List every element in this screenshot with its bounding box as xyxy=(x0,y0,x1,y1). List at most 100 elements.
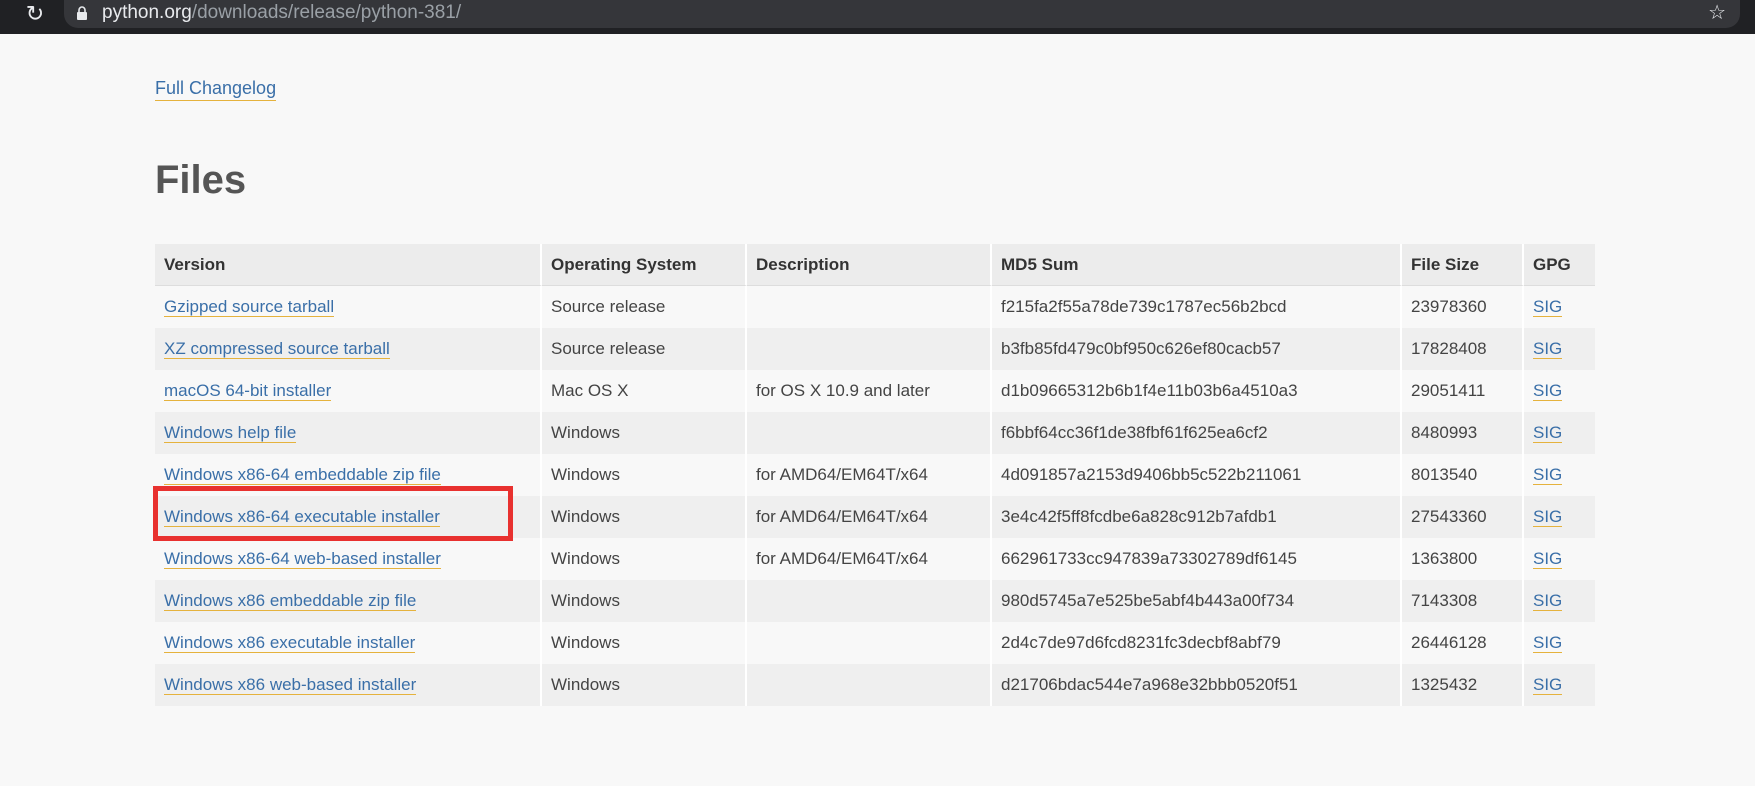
sig-link[interactable]: SIG xyxy=(1533,381,1563,401)
description-cell: for AMD64/EM64T/x64 xyxy=(747,496,992,538)
md5-cell: 4d091857a2153d9406bb5c522b211061 xyxy=(992,454,1402,496)
gpg-cell: SIG xyxy=(1524,328,1595,370)
description-cell xyxy=(747,664,992,706)
sig-link[interactable]: SIG xyxy=(1533,297,1563,317)
sig-link[interactable]: SIG xyxy=(1533,465,1563,485)
gpg-cell: SIG xyxy=(1524,664,1595,706)
os-cell: Windows xyxy=(542,454,747,496)
download-link[interactable]: Windows x86 embeddable zip file xyxy=(164,591,417,611)
md5-cell: f6bbf64cc36f1de38fbf61f625ea6cf2 xyxy=(992,412,1402,454)
sig-link[interactable]: SIG xyxy=(1533,507,1563,527)
bookmark-star-icon[interactable]: ☆ xyxy=(1708,1,1726,25)
sig-link[interactable]: SIG xyxy=(1533,423,1563,443)
md5-cell: 3e4c42f5ff8fcdbe6a828c912b7afdb1 xyxy=(992,496,1402,538)
description-cell xyxy=(747,622,992,664)
file-size-cell: 27543360 xyxy=(1402,496,1524,538)
sig-link[interactable]: SIG xyxy=(1533,549,1563,569)
version-cell: XZ compressed source tarball xyxy=(155,328,542,370)
gpg-cell: SIG xyxy=(1524,370,1595,412)
table-row: Windows x86 web-based installer Windows … xyxy=(155,664,1595,706)
file-size-cell: 29051411 xyxy=(1402,370,1524,412)
download-link[interactable]: Windows x86-64 embeddable zip file xyxy=(164,465,441,485)
os-cell: Windows xyxy=(542,622,747,664)
table-row: macOS 64-bit installer Mac OS X for OS X… xyxy=(155,370,1595,412)
sig-link[interactable]: SIG xyxy=(1533,591,1563,611)
version-cell: Windows x86 embeddable zip file xyxy=(155,580,542,622)
os-cell: Source release xyxy=(542,328,747,370)
table-row: Windows x86-64 embeddable zip file Windo… xyxy=(155,454,1595,496)
table-row: Windows help file Windows f6bbf64cc36f1d… xyxy=(155,412,1595,454)
version-cell: Gzipped source tarball xyxy=(155,286,542,328)
description-cell xyxy=(747,286,992,328)
os-cell: Windows xyxy=(542,538,747,580)
table-row: Windows x86 executable installer Windows… xyxy=(155,622,1595,664)
page-content: Full Changelog Files Version Operating S… xyxy=(0,34,1755,786)
table-row: Gzipped source tarball Source release f2… xyxy=(155,286,1595,328)
download-link[interactable]: macOS 64-bit installer xyxy=(164,381,332,401)
md5-cell: 2d4c7de97d6fcd8231fc3decbf8abf79 xyxy=(992,622,1402,664)
file-size-cell: 1325432 xyxy=(1402,664,1524,706)
os-cell: Windows xyxy=(542,580,747,622)
download-link[interactable]: Windows x86 executable installer xyxy=(164,633,416,653)
reload-icon[interactable]: ↻ xyxy=(20,2,50,26)
header-gpg: GPG xyxy=(1524,244,1595,286)
md5-cell: 662961733cc947839a73302789df6145 xyxy=(992,538,1402,580)
header-version: Version xyxy=(155,244,542,286)
header-md5-sum: MD5 Sum xyxy=(992,244,1402,286)
files-table: Version Operating System Description MD5… xyxy=(155,244,1595,706)
download-link[interactable]: Windows x86-64 executable installer xyxy=(164,507,440,527)
version-cell: Windows x86-64 embeddable zip file xyxy=(155,454,542,496)
gpg-cell: SIG xyxy=(1524,454,1595,496)
version-cell: Windows help file xyxy=(155,412,542,454)
url-text: python.org/downloads/release/python-381/ xyxy=(102,2,462,23)
download-link[interactable]: Windows x86 web-based installer xyxy=(164,675,417,695)
description-cell: for OS X 10.9 and later xyxy=(747,370,992,412)
file-size-cell: 17828408 xyxy=(1402,328,1524,370)
file-size-cell: 1363800 xyxy=(1402,538,1524,580)
os-cell: Windows xyxy=(542,664,747,706)
description-cell: for AMD64/EM64T/x64 xyxy=(747,538,992,580)
gpg-cell: SIG xyxy=(1524,580,1595,622)
md5-cell: 980d5745a7e525be5abf4b443a00f734 xyxy=(992,580,1402,622)
gpg-cell: SIG xyxy=(1524,622,1595,664)
file-size-cell: 8013540 xyxy=(1402,454,1524,496)
download-link[interactable]: XZ compressed source tarball xyxy=(164,339,390,359)
files-heading: Files xyxy=(155,158,247,202)
browser-toolbar: ↻ python.org/downloads/release/python-38… xyxy=(0,0,1755,34)
description-cell: for AMD64/EM64T/x64 xyxy=(747,454,992,496)
table-row: Windows x86-64 executable installer Wind… xyxy=(155,496,1595,538)
address-bar[interactable]: python.org/downloads/release/python-381/… xyxy=(64,0,1740,28)
file-size-cell: 26446128 xyxy=(1402,622,1524,664)
gpg-cell: SIG xyxy=(1524,496,1595,538)
file-size-cell: 23978360 xyxy=(1402,286,1524,328)
download-link[interactable]: Gzipped source tarball xyxy=(164,297,335,317)
header-file-size: File Size xyxy=(1402,244,1524,286)
version-cell: Windows x86 executable installer xyxy=(155,622,542,664)
file-size-cell: 8480993 xyxy=(1402,412,1524,454)
version-cell: Windows x86-64 web-based installer xyxy=(155,538,542,580)
header-operating-system: Operating System xyxy=(542,244,747,286)
md5-cell: d1b09665312b6b1f4e11b03b6a4510a3 xyxy=(992,370,1402,412)
os-cell: Mac OS X xyxy=(542,370,747,412)
os-cell: Source release xyxy=(542,286,747,328)
file-size-cell: 7143308 xyxy=(1402,580,1524,622)
header-description: Description xyxy=(747,244,992,286)
table-row: XZ compressed source tarball Source rele… xyxy=(155,328,1595,370)
full-changelog-link[interactable]: Full Changelog xyxy=(155,78,277,101)
lock-icon xyxy=(77,6,87,20)
version-cell: macOS 64-bit installer xyxy=(155,370,542,412)
description-cell xyxy=(747,580,992,622)
table-row: Windows x86 embeddable zip file Windows … xyxy=(155,580,1595,622)
os-cell: Windows xyxy=(542,496,747,538)
md5-cell: d21706bdac544e7a968e32bbb0520f51 xyxy=(992,664,1402,706)
table-row: Windows x86-64 web-based installer Windo… xyxy=(155,538,1595,580)
description-cell xyxy=(747,412,992,454)
description-cell xyxy=(747,328,992,370)
sig-link[interactable]: SIG xyxy=(1533,633,1563,653)
sig-link[interactable]: SIG xyxy=(1533,675,1563,695)
table-header-row: Version Operating System Description MD5… xyxy=(155,244,1595,286)
download-link[interactable]: Windows x86-64 web-based installer xyxy=(164,549,441,569)
download-link[interactable]: Windows help file xyxy=(164,423,297,443)
sig-link[interactable]: SIG xyxy=(1533,339,1563,359)
gpg-cell: SIG xyxy=(1524,538,1595,580)
